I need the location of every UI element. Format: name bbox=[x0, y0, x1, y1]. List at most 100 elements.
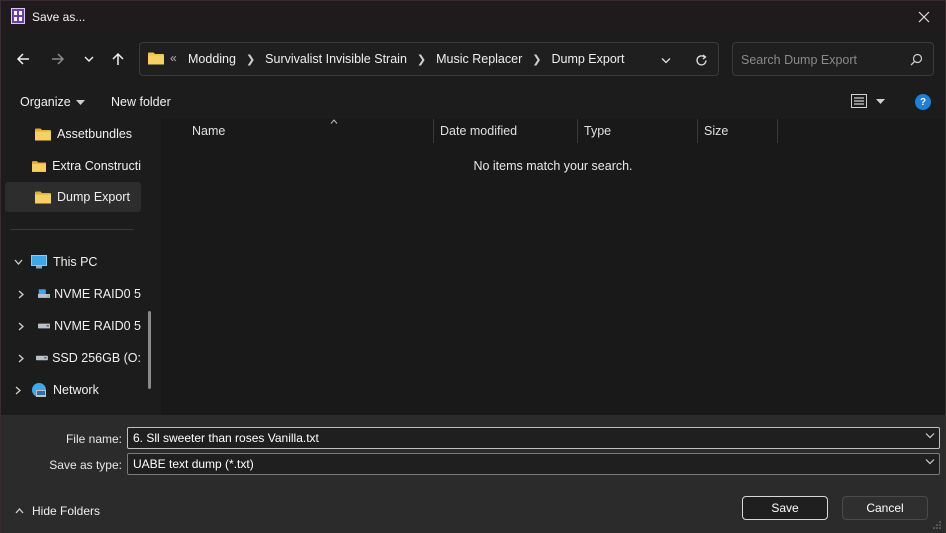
details-view-icon bbox=[851, 94, 867, 108]
chevron-down-icon[interactable] bbox=[925, 432, 935, 439]
folder-icon bbox=[31, 160, 47, 172]
file-name-label: File name: bbox=[65, 432, 122, 446]
column-header-type[interactable]: Type bbox=[578, 119, 698, 143]
arrow-left-icon bbox=[16, 53, 29, 65]
nav-item-assetbundles[interactable]: Assetbundles bbox=[5, 119, 141, 149]
nav-item-nvme-raid0-a[interactable]: NVME RAID0 5 bbox=[5, 279, 141, 309]
nav-item-extra-constructi[interactable]: Extra Constructi bbox=[5, 151, 141, 181]
address-bar[interactable]: « Modding ❯ Survivalist Invisible Strain… bbox=[139, 42, 719, 76]
nav-item-nvme-raid0-b[interactable]: NVME RAID0 5 bbox=[5, 311, 141, 341]
close-icon bbox=[918, 11, 930, 23]
nav-item-label: NVME RAID0 5 bbox=[54, 319, 141, 333]
folder-icon bbox=[35, 191, 51, 203]
arrow-right-icon bbox=[52, 53, 65, 65]
nav-item-this-pc[interactable]: This PC bbox=[5, 247, 141, 277]
hide-folders-button[interactable]: Hide Folders bbox=[15, 504, 100, 518]
sort-ascending-icon bbox=[330, 119, 338, 124]
column-name-label: Name bbox=[192, 124, 226, 138]
file-name-value: 6. Sll sweeter than roses Vanilla.txt bbox=[133, 431, 319, 445]
breadcrumb-item[interactable]: Dump Export bbox=[549, 52, 626, 66]
recent-locations-button[interactable] bbox=[77, 47, 101, 71]
view-options-button[interactable] bbox=[851, 94, 885, 108]
nav-item-label: Dump Export bbox=[57, 190, 130, 204]
navigation-row: « Modding ❯ Survivalist Invisible Strain… bbox=[1, 33, 945, 85]
save-as-dialog: Save as... « Modding ❯ Survivalist Invis… bbox=[0, 0, 946, 533]
chevron-down-icon[interactable] bbox=[5, 259, 31, 265]
network-icon bbox=[32, 383, 46, 397]
nav-item-dump-export[interactable]: Dump Export bbox=[5, 182, 141, 212]
organize-label: Organize bbox=[20, 95, 71, 109]
save-button[interactable]: Save bbox=[742, 496, 828, 520]
breadcrumb-item[interactable]: Music Replacer bbox=[434, 52, 524, 66]
nav-item-label: This PC bbox=[53, 255, 98, 269]
search-icon[interactable] bbox=[910, 53, 923, 66]
column-size-label: Size bbox=[704, 124, 729, 138]
forward-button[interactable] bbox=[46, 47, 70, 71]
nav-item-label: Assetbundles bbox=[57, 127, 133, 141]
window-title: Save as... bbox=[32, 10, 86, 24]
save-type-label: Save as type: bbox=[49, 458, 122, 472]
new-folder-button[interactable]: New folder bbox=[111, 95, 171, 109]
hide-folders-label: Hide Folders bbox=[32, 504, 101, 518]
chevron-up-icon bbox=[15, 508, 24, 514]
save-type-value: UABE text dump (*.txt) bbox=[133, 457, 254, 471]
up-button[interactable] bbox=[106, 47, 130, 71]
nav-scrollbar[interactable] bbox=[148, 311, 151, 389]
chevron-down-icon bbox=[661, 57, 671, 63]
command-bar: Organize New folder ? bbox=[1, 85, 945, 119]
drive-icon bbox=[37, 323, 51, 329]
close-button[interactable] bbox=[909, 3, 939, 31]
file-name-field[interactable]: 6. Sll sweeter than roses Vanilla.txt bbox=[127, 427, 940, 449]
network-drive-icon bbox=[37, 289, 51, 298]
column-date-label: Date modified bbox=[440, 124, 518, 138]
nav-item-network[interactable]: Network bbox=[5, 375, 141, 405]
chevron-right-icon[interactable]: ❯ bbox=[409, 53, 434, 66]
nav-item-ssd-256gb[interactable]: SSD 256GB (O: bbox=[5, 343, 141, 373]
chevron-right-icon[interactable] bbox=[5, 290, 38, 299]
column-header-size[interactable]: Size bbox=[698, 119, 778, 143]
refresh-icon bbox=[695, 53, 707, 65]
caret-down-icon bbox=[75, 99, 85, 105]
breadcrumb-item[interactable]: Survivalist Invisible Strain bbox=[263, 52, 409, 66]
search-placeholder: Search Dump Export bbox=[741, 53, 858, 67]
search-input[interactable]: Search Dump Export bbox=[732, 42, 934, 76]
empty-message: No items match your search. bbox=[473, 159, 633, 173]
chevron-right-icon[interactable]: ❯ bbox=[524, 53, 549, 66]
column-header-name[interactable]: Name bbox=[186, 119, 434, 143]
save-type-select[interactable]: UABE text dump (*.txt) bbox=[127, 453, 940, 475]
nav-item-label: Network bbox=[53, 383, 99, 397]
nav-divider bbox=[11, 229, 133, 230]
nav-item-label: SSD 256GB (O: bbox=[52, 351, 141, 365]
arrow-up-icon bbox=[112, 52, 124, 65]
save-form: File name: 6. Sll sweeter than roses Van… bbox=[1, 415, 945, 533]
caret-down-icon bbox=[876, 98, 885, 104]
back-button[interactable] bbox=[11, 47, 35, 71]
breadcrumb-item[interactable]: Modding bbox=[186, 52, 238, 66]
column-header-date-modified[interactable]: Date modified bbox=[434, 119, 578, 143]
title-bar: Save as... bbox=[1, 1, 945, 33]
organize-button[interactable]: Organize bbox=[20, 95, 85, 109]
nav-item-label: NVME RAID0 5 bbox=[54, 287, 141, 301]
chevron-right-icon[interactable] bbox=[5, 322, 38, 331]
address-dropdown-button[interactable] bbox=[657, 51, 675, 69]
chevron-right-icon[interactable] bbox=[5, 386, 31, 395]
drive-icon bbox=[36, 355, 49, 361]
nav-item-label: Extra Constructi bbox=[52, 159, 141, 173]
file-list[interactable]: Name Date modified Type Size No items ma… bbox=[161, 119, 945, 415]
cancel-button[interactable]: Cancel bbox=[842, 496, 928, 520]
chevron-down-icon bbox=[84, 56, 94, 62]
column-type-label: Type bbox=[584, 124, 612, 138]
navigation-pane: Assetbundles Extra Constructi Dump Expor… bbox=[1, 119, 161, 415]
pc-icon bbox=[31, 255, 47, 269]
overflow-chevron[interactable]: « bbox=[170, 51, 177, 65]
resize-grip-icon[interactable] bbox=[932, 520, 942, 530]
chevron-down-icon[interactable] bbox=[925, 458, 935, 465]
chevron-right-icon[interactable]: ❯ bbox=[238, 53, 263, 66]
app-icon bbox=[11, 8, 25, 24]
folder-icon bbox=[148, 52, 164, 65]
refresh-button[interactable] bbox=[692, 51, 710, 69]
breadcrumb: Modding ❯ Survivalist Invisible Strain ❯… bbox=[186, 52, 626, 66]
help-button[interactable]: ? bbox=[915, 94, 931, 110]
folder-icon bbox=[35, 128, 51, 140]
chevron-right-icon[interactable] bbox=[5, 354, 36, 363]
